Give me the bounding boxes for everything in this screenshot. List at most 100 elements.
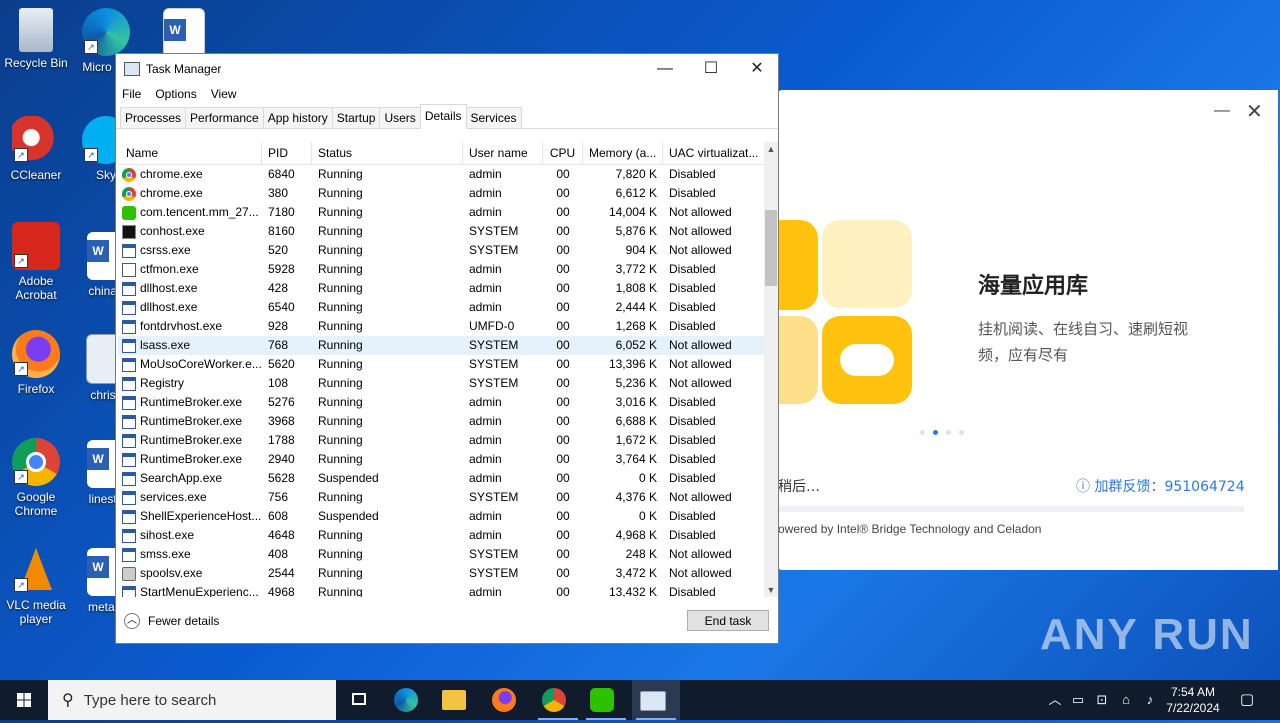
process-pid: 1788 (268, 433, 295, 447)
column-header-cpu[interactable]: CPU (543, 142, 583, 164)
desktop-icon-adobe-acrobat[interactable]: ↗ Adobe Acrobat (0, 222, 72, 302)
table-row[interactable]: spoolsv.exe 2544 Running SYSTEM 00 3,472 K Not… (118, 564, 764, 583)
fewer-details-button[interactable]: ︿ Fewer details (124, 613, 219, 629)
process-user: admin (469, 167, 502, 181)
taskbar-file-explorer[interactable] (434, 680, 482, 720)
taskbar-search[interactable]: ⚲ Type here to search (48, 680, 336, 720)
process-name: MoUsoCoreWorker.e... (118, 355, 262, 374)
table-row[interactable]: Registry 108 Running SYSTEM 00 5,236 K Not all… (118, 374, 764, 393)
table-row[interactable]: ShellExperienceHost.... 608 Suspended admin… (118, 507, 764, 526)
taskbar-task-manager[interactable] (632, 680, 680, 720)
scroll-thumb[interactable] (765, 210, 777, 286)
table-row[interactable]: services.exe 756 Running SYSTEM 00 4,376 K Not… (118, 488, 764, 507)
process-pid: 6840 (268, 167, 295, 181)
column-header-pid[interactable]: PID (262, 142, 312, 164)
column-header-name[interactable]: Name (118, 142, 262, 164)
desktop-icon-firefox[interactable]: ↗ Firefox (0, 330, 72, 396)
table-row[interactable]: MoUsoCoreWorker.e... 5620 Running SYSTEM 00 1… (118, 355, 764, 374)
table-row[interactable]: dllhost.exe 428 Running admin 00 1,808 K Disab… (118, 279, 764, 298)
column-header-memory[interactable]: Memory (a... (583, 142, 663, 164)
process-memory: 3,472 K (615, 566, 657, 580)
carousel-dots[interactable] (920, 424, 972, 438)
process-memory: 7,820 K (615, 167, 657, 181)
table-row[interactable]: RuntimeBroker.exe 1788 Running admin 00 1,672… (118, 431, 764, 450)
table-row[interactable]: csrss.exe 520 Running SYSTEM 00 904 K Not allo… (118, 241, 764, 260)
notification-icon[interactable]: ▢ (1234, 680, 1260, 720)
end-task-button[interactable]: End task (687, 610, 769, 631)
taskbar-clock[interactable]: 7:54 AM 7/22/2024 (1160, 684, 1226, 716)
column-header-status[interactable]: Status (312, 142, 463, 164)
taskbar-wechat[interactable] (582, 680, 630, 720)
tray-app-icon-2[interactable]: ⊡ (1092, 680, 1112, 720)
taskbar-chrome[interactable] (534, 680, 582, 720)
process-user: SYSTEM (469, 224, 519, 238)
start-button[interactable] (0, 680, 48, 720)
feedback-link[interactable]: ⓘ 加群反馈：951064724 (1076, 476, 1245, 496)
network-icon[interactable]: ⌂ (1116, 680, 1136, 720)
table-row[interactable]: chrome.exe 380 Running admin 00 6,612 K Disabl… (118, 184, 764, 203)
desktop-icon-vlc[interactable]: ↗ VLC media player (0, 546, 72, 626)
table-row[interactable]: chrome.exe 6840 Running admin 00 7,820 K Disab… (118, 165, 764, 184)
desktop-icon-ccleaner[interactable]: ↗ CCleaner (0, 116, 72, 182)
tab-processes[interactable]: Processes (120, 107, 187, 128)
taskbar-firefox[interactable] (484, 680, 532, 720)
scroll-up-icon[interactable]: ▲ (764, 142, 778, 156)
tab-performance[interactable]: Performance (185, 107, 264, 128)
show-hidden-icons[interactable]: ︿ (1046, 680, 1064, 720)
table-row[interactable]: RuntimeBroker.exe 5276 Running admin 00 3,016… (118, 393, 764, 412)
process-pid: 520 (268, 243, 289, 257)
table-row[interactable]: SearchApp.exe 5628 Suspended admin 00 0 K Disa… (118, 469, 764, 488)
table-row[interactable]: lsass.exe 768 Running SYSTEM 00 6,052 K Not al… (118, 336, 764, 355)
scroll-down-icon[interactable]: ▼ (764, 583, 778, 597)
process-user: admin (469, 509, 502, 523)
process-status: Running (318, 300, 363, 314)
menu-view[interactable]: View (211, 87, 237, 101)
tab-services[interactable]: Services (465, 107, 522, 128)
menu-file[interactable]: File (122, 87, 141, 101)
process-name: RuntimeBroker.exe (118, 412, 262, 431)
taskbar-edge[interactable] (386, 680, 434, 720)
tray-app-icon[interactable]: ▭ (1068, 680, 1088, 720)
edge-icon: ↗ (82, 8, 130, 56)
maximize-button[interactable]: ☐ (688, 54, 734, 84)
tab-users[interactable]: Users (379, 107, 421, 128)
volume-icon[interactable]: ♪ (1140, 680, 1160, 720)
table-row[interactable]: StartMenuExperienc... 4968 Running admin 00 1… (118, 583, 764, 597)
title-bar[interactable]: Task Manager — ☐ ✕ (116, 54, 778, 84)
table-row[interactable]: dllhost.exe 6540 Running admin 00 2,444 K Disa… (118, 298, 764, 317)
tab-app-history[interactable]: App history (262, 107, 333, 128)
process-memory: 13,396 K (608, 357, 657, 371)
table-row[interactable]: RuntimeBroker.exe 3968 Running admin 00 6,688… (118, 412, 764, 431)
column-header-uac[interactable]: UAC virtualizat... (663, 142, 764, 164)
exe-process-icon (122, 490, 136, 505)
table-row[interactable]: RuntimeBroker.exe 2940 Running admin 00 3,764… (118, 450, 764, 469)
process-pid: 108 (268, 376, 289, 390)
table-row[interactable]: smss.exe 408 Running SYSTEM 00 248 K Not allow… (118, 545, 764, 564)
close-icon[interactable]: ✕ (1246, 102, 1264, 122)
menu-options[interactable]: Options (155, 87, 196, 101)
task-view-button[interactable] (336, 680, 384, 720)
minimize-icon[interactable]: — (1214, 102, 1230, 122)
process-uac: Disabled (669, 281, 716, 295)
taskbar: ⚲ Type here to search ︿ ▭ ⊡ ⌂ ♪ 7:54 AM … (0, 680, 1280, 720)
vertical-scrollbar[interactable]: ▲ ▼ (764, 142, 778, 597)
minimize-button[interactable]: — (642, 54, 688, 84)
close-button[interactable]: ✕ (734, 54, 780, 84)
table-row[interactable]: fontdrvhost.exe 928 Running UMFD-0 00 1,268 K… (118, 317, 764, 336)
table-row[interactable]: com.tencent.mm_27... 7180 Running admin 00 14… (118, 203, 764, 222)
process-name: chrome.exe (118, 165, 262, 184)
table-row[interactable]: conhost.exe 8160 Running SYSTEM 00 5,876 K Not… (118, 222, 764, 241)
table-row[interactable]: sihost.exe 4648 Running admin 00 4,968 K Disab… (118, 526, 764, 545)
process-uac: Not allowed (669, 205, 732, 219)
desktop-icon-recycle-bin[interactable]: Recycle Bin (0, 8, 72, 70)
table-row[interactable]: ctfmon.exe 5928 Running admin 00 3,772 K Disab… (118, 260, 764, 279)
desktop-icon-google-chrome[interactable]: ↗ Google Chrome (0, 438, 72, 518)
task-manager-icon (640, 691, 666, 711)
process-status: Running (318, 395, 363, 409)
help-icon: ⓘ (1076, 479, 1095, 495)
tab-startup[interactable]: Startup (331, 107, 381, 128)
column-header-user[interactable]: User name (463, 142, 543, 164)
process-status: Running (318, 224, 363, 238)
tab-details[interactable]: Details (419, 104, 467, 129)
process-memory: 5,236 K (615, 376, 657, 390)
